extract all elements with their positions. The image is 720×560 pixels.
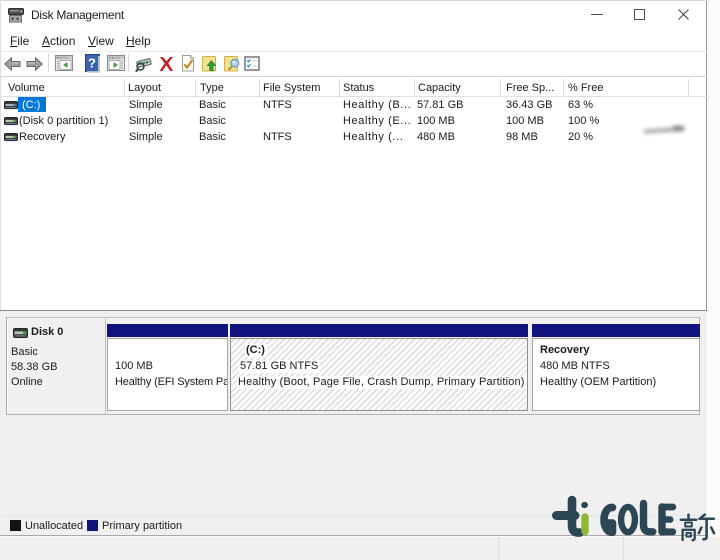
svg-text:?: ? (88, 56, 96, 71)
